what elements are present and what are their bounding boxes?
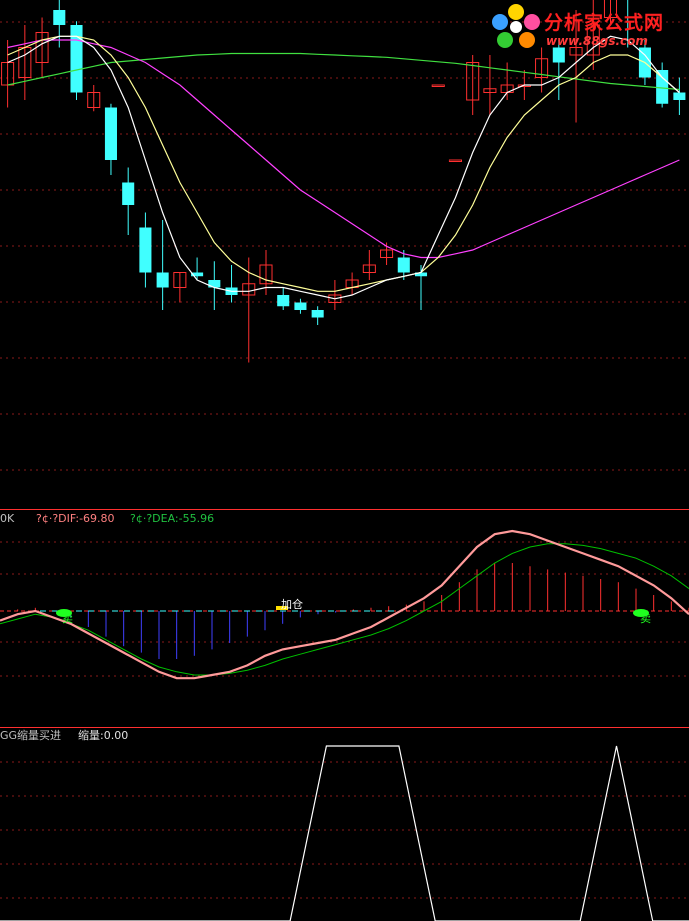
macd-dif-line bbox=[0, 529, 689, 680]
macd-dif-label: ?¢·?DIF:-69.80 bbox=[36, 512, 115, 525]
candle-body-down bbox=[673, 92, 686, 100]
macd-label-prefix: 0K bbox=[0, 512, 15, 525]
candle-body-down bbox=[277, 295, 290, 307]
candle-body-down bbox=[311, 310, 324, 318]
volume-signal-line bbox=[0, 745, 689, 921]
candle-body-down bbox=[139, 227, 152, 273]
add-position-annotation: 加仓 bbox=[281, 598, 303, 611]
macd-panel bbox=[0, 529, 689, 680]
logo: 分析家公式网 www.88gs.com bbox=[488, 2, 688, 54]
macd-dea-line bbox=[0, 543, 689, 676]
ma-mid-line bbox=[7, 35, 680, 292]
sell-annotation-2: 卖 bbox=[640, 612, 651, 625]
flower-logo-icon bbox=[492, 4, 540, 48]
candle-body-up bbox=[448, 159, 462, 162]
logo-name: 分析家公式网 bbox=[544, 12, 665, 34]
volume-value-label: 缩量:0.00 bbox=[78, 729, 129, 742]
volume-panel bbox=[0, 745, 689, 921]
grid-lines bbox=[0, 21, 689, 899]
candle-body-down bbox=[53, 10, 66, 25]
candle-body-down bbox=[156, 272, 169, 288]
candle-body-down bbox=[104, 107, 117, 160]
candle-body-down bbox=[208, 280, 221, 288]
stock-chart bbox=[0, 0, 689, 921]
candle-body-down bbox=[70, 25, 83, 93]
candle-body-down bbox=[122, 182, 135, 205]
ma-longest-line bbox=[7, 52, 680, 91]
price-panel bbox=[1, 0, 686, 363]
macd-dea-label: ?¢·?DEA:-55.96 bbox=[130, 512, 215, 525]
sell-annotation-1: 卖 bbox=[62, 612, 73, 625]
candle-body-down bbox=[294, 302, 307, 310]
volume-title: GG缩量买进 bbox=[0, 729, 62, 742]
candle-body-up bbox=[431, 84, 445, 87]
logo-url: www.88gs.com bbox=[546, 34, 648, 48]
candle-body-down bbox=[656, 70, 669, 104]
candle-body-down bbox=[397, 257, 410, 273]
